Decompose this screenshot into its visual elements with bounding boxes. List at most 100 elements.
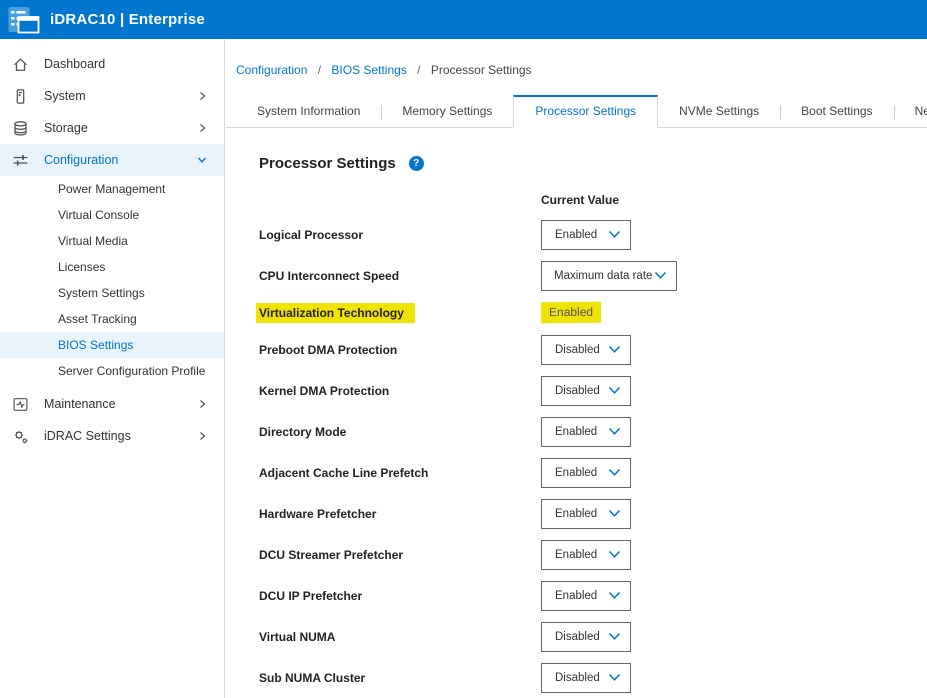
sidebar-item-label: Configuration: [44, 153, 196, 167]
sidebar-subitem-virtual-media[interactable]: Virtual Media: [0, 228, 224, 254]
breadcrumb-separator: /: [318, 63, 321, 77]
sidebar-subitem-label: Server Configuration Profile: [58, 364, 205, 378]
setting-row-directory-mode: Directory Mode Enabled: [259, 411, 927, 452]
page-title-row: Processor Settings ?: [259, 154, 927, 172]
setting-row-dcu-ip-prefetcher: DCU IP Prefetcher Enabled: [259, 575, 927, 616]
chevron-right-icon: [196, 90, 208, 102]
settings-form: Logical Processor Enabled CPU Interconne…: [259, 214, 927, 698]
dropdown-value: Enabled: [555, 426, 597, 438]
chevron-down-icon: [608, 345, 621, 354]
sidebar-item-configuration[interactable]: Configuration: [0, 144, 224, 176]
sidebar-item-label: Dashboard: [44, 57, 208, 71]
chevron-down-icon: [608, 427, 621, 436]
setting-label: Directory Mode: [259, 425, 541, 439]
chevron-down-icon: [196, 154, 208, 166]
sidebar-subitem-system-settings[interactable]: System Settings: [0, 280, 224, 306]
dropdown-value: Disabled: [555, 385, 600, 397]
breadcrumb-link-configuration[interactable]: Configuration: [236, 63, 307, 77]
sliders-icon: [12, 152, 29, 169]
sidebar-subitem-virtual-console[interactable]: Virtual Console: [0, 202, 224, 228]
setting-label: DCU IP Prefetcher: [259, 589, 541, 603]
sidebar-item-idrac-settings[interactable]: iDRAC Settings: [0, 420, 224, 452]
hardware-prefetcher-dropdown[interactable]: Enabled: [541, 499, 631, 529]
logical-processor-dropdown[interactable]: Enabled: [541, 220, 631, 250]
sidebar-item-label: Maintenance: [44, 397, 196, 411]
sidebar-subitem-label: System Settings: [58, 286, 145, 300]
help-icon[interactable]: ?: [409, 156, 424, 171]
sidebar-subitem-label: Power Management: [58, 182, 165, 196]
chevron-down-icon: [654, 271, 667, 280]
tab-system-information[interactable]: System Information: [236, 96, 381, 127]
setting-label: DCU Streamer Prefetcher: [259, 548, 541, 562]
sidebar-subitem-asset-tracking[interactable]: Asset Tracking: [0, 306, 224, 332]
sidebar-subitem-label: Licenses: [58, 260, 105, 274]
tab-nvme-settings[interactable]: NVMe Settings: [658, 96, 780, 127]
chevron-down-icon: [608, 673, 621, 682]
breadcrumb-separator: /: [417, 63, 420, 77]
sidebar-item-label: System: [44, 89, 196, 103]
sub-numa-cluster-dropdown[interactable]: Disabled: [541, 663, 631, 693]
dcu-ip-prefetcher-dropdown[interactable]: Enabled: [541, 581, 631, 611]
tab-network-settings[interactable]: Network Settings: [894, 96, 927, 127]
sidebar-item-dashboard[interactable]: Dashboard: [0, 48, 224, 80]
chevron-right-icon: [196, 398, 208, 410]
sidebar-subitem-label: Asset Tracking: [58, 312, 137, 326]
sidebar-subitem-licenses[interactable]: Licenses: [0, 254, 224, 280]
sidebar-subitem-bios-settings[interactable]: BIOS Settings: [0, 332, 224, 358]
directory-mode-dropdown[interactable]: Enabled: [541, 417, 631, 447]
setting-row-sub-numa-cluster: Sub NUMA Cluster Disabled: [259, 657, 927, 698]
setting-row-dcu-streamer-prefetcher: DCU Streamer Prefetcher Enabled: [259, 534, 927, 575]
setting-label: Virtual NUMA: [259, 630, 541, 644]
preboot-dma-protection-dropdown[interactable]: Disabled: [541, 335, 631, 365]
setting-value: Enabled: [541, 302, 601, 323]
tab-boot-settings[interactable]: Boot Settings: [780, 96, 893, 127]
breadcrumb-link-bios-settings[interactable]: BIOS Settings: [331, 63, 406, 77]
setting-row-cpu-interconnect-speed: CPU Interconnect Speed Maximum data rate: [259, 255, 927, 296]
sidebar: Dashboard System Storage: [0, 39, 225, 698]
setting-label: Adjacent Cache Line Prefetch: [259, 466, 541, 480]
chevron-down-icon: [608, 230, 621, 239]
dropdown-value: Enabled: [555, 229, 597, 241]
adjacent-cache-line-prefetch-dropdown[interactable]: Enabled: [541, 458, 631, 488]
sidebar-item-system[interactable]: System: [0, 80, 224, 112]
dropdown-value: Disabled: [555, 631, 600, 643]
chevron-down-icon: [608, 591, 621, 600]
dropdown-value: Maximum data rate: [554, 270, 652, 282]
kernel-dma-protection-dropdown[interactable]: Disabled: [541, 376, 631, 406]
cpu-interconnect-speed-dropdown[interactable]: Maximum data rate: [541, 261, 677, 291]
dropdown-value: Disabled: [555, 344, 600, 356]
idrac-logo-icon: [8, 6, 40, 34]
gears-icon: [12, 428, 29, 445]
sidebar-item-storage[interactable]: Storage: [0, 112, 224, 144]
setting-label: Hardware Prefetcher: [259, 507, 541, 521]
virtual-numa-dropdown[interactable]: Disabled: [541, 622, 631, 652]
sidebar-subitem-power-management[interactable]: Power Management: [0, 176, 224, 202]
chevron-down-icon: [608, 550, 621, 559]
sidebar-item-label: iDRAC Settings: [44, 429, 196, 443]
breadcrumb-current: Processor Settings: [431, 63, 532, 77]
sidebar-subitem-server-configuration-profile[interactable]: Server Configuration Profile: [0, 358, 224, 384]
chevron-right-icon: [196, 430, 208, 442]
setting-label: Kernel DMA Protection: [259, 384, 541, 398]
main-panel: Configuration / BIOS Settings / Processo…: [226, 39, 927, 698]
sidebar-item-label: Storage: [44, 121, 196, 135]
dcu-streamer-prefetcher-dropdown[interactable]: Enabled: [541, 540, 631, 570]
dropdown-value: Disabled: [555, 672, 600, 684]
chevron-down-icon: [608, 468, 621, 477]
setting-label: Preboot DMA Protection: [259, 343, 541, 357]
dropdown-value: Enabled: [555, 590, 597, 602]
tab-processor-settings[interactable]: Processor Settings: [513, 95, 658, 128]
server-icon: [12, 88, 29, 105]
setting-row-virtual-numa: Virtual NUMA Disabled: [259, 616, 927, 657]
setting-label: CPU Interconnect Speed: [259, 269, 541, 283]
setting-row-kernel-dma-protection: Kernel DMA Protection Disabled: [259, 370, 927, 411]
tab-memory-settings[interactable]: Memory Settings: [381, 96, 513, 127]
sidebar-item-maintenance[interactable]: Maintenance: [0, 388, 224, 420]
current-value-column-header: Current Value: [541, 193, 927, 207]
setting-label-text: Virtualization Technology: [259, 306, 404, 320]
chevron-down-icon: [608, 632, 621, 641]
highlight-marker: Virtualization Technology: [256, 303, 415, 323]
activity-icon: [12, 396, 29, 413]
app-title: iDRAC10 | Enterprise: [50, 11, 205, 28]
chevron-right-icon: [196, 122, 208, 134]
